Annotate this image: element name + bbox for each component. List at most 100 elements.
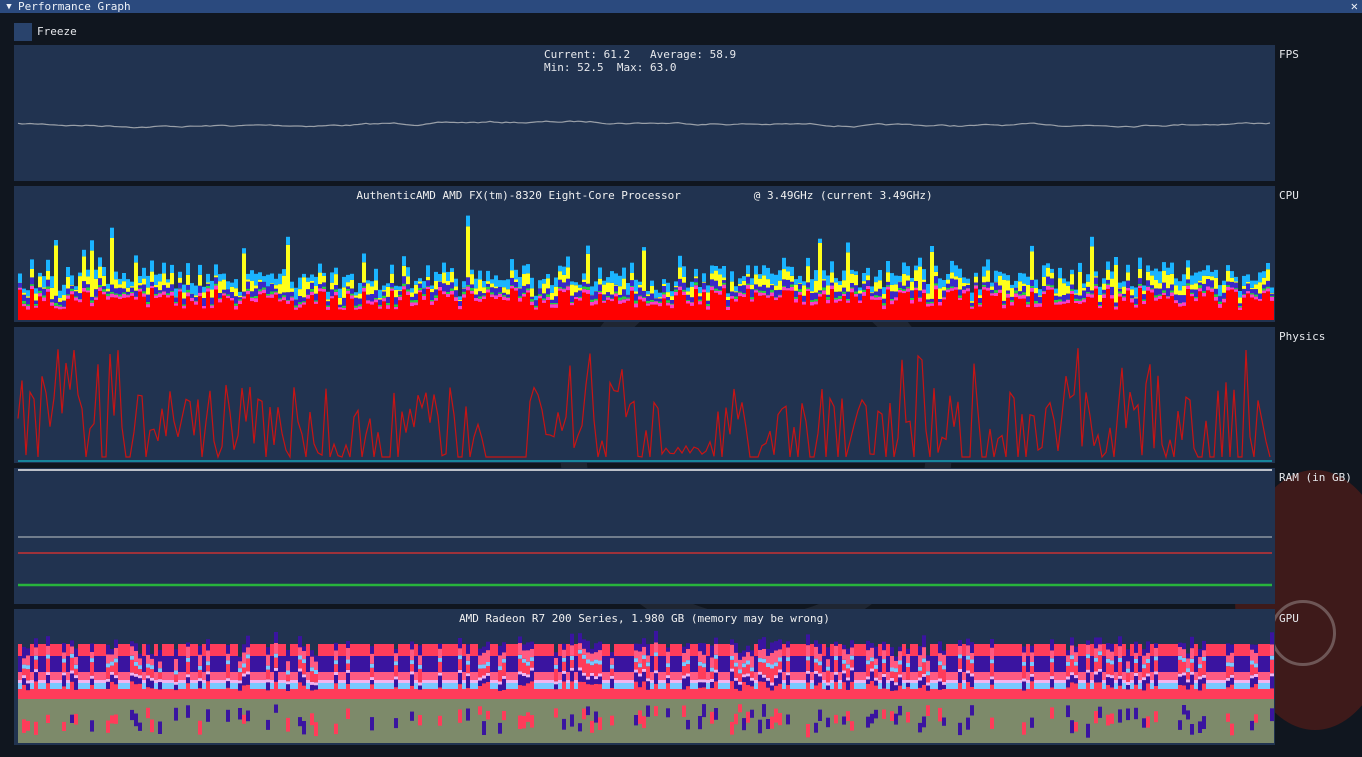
cpu-bar [594, 281, 598, 320]
gpu-bar [490, 644, 494, 743]
gpu-bar [450, 644, 454, 743]
cpu-bar [606, 277, 610, 320]
gpu-bar [42, 644, 46, 743]
gpu-bar [1014, 644, 1018, 743]
gpu-bar [774, 641, 778, 743]
gpu-bar [518, 636, 522, 743]
cpu-bar [1234, 276, 1238, 320]
gpu-bar [114, 639, 118, 743]
gpu-bar [722, 644, 726, 743]
gpu-bar [1102, 644, 1106, 743]
gpu-bar [1006, 644, 1010, 743]
cpu-bar [462, 281, 466, 320]
cpu-bar [518, 277, 522, 320]
gpu-bar [1186, 653, 1190, 743]
gpu-bar [326, 644, 330, 743]
cpu-bar [770, 273, 774, 320]
cpu-bar [658, 292, 662, 320]
gpu-bar [1206, 644, 1210, 743]
cpu-bar [1046, 263, 1050, 320]
fps-label: FPS [1279, 48, 1299, 61]
gpu-bar [314, 655, 318, 743]
gpu-bar [570, 633, 574, 743]
cpu-bar [918, 257, 922, 320]
cpu-bar [398, 286, 402, 320]
gpu-bar [178, 644, 182, 743]
gpu-bar [154, 644, 158, 743]
gpu-bar [470, 644, 474, 743]
cpu-bar [906, 266, 910, 320]
gpu-bar [106, 644, 110, 743]
cpu-bar [778, 270, 782, 320]
cpu-bar [1242, 275, 1246, 320]
cpu-bar [250, 270, 254, 320]
gpu-bar [858, 644, 862, 743]
cpu-bar [74, 286, 78, 320]
cpu-bar [342, 276, 346, 320]
gpu-bar [1214, 644, 1218, 743]
gpu-bar [150, 653, 154, 743]
gpu-bar [294, 644, 298, 743]
cpu-bar [578, 284, 582, 320]
cpu-bar [454, 278, 458, 320]
cpu-bar [466, 215, 470, 320]
gpu-bar [410, 641, 414, 743]
gpu-bar [26, 648, 30, 743]
gpu-bar [542, 644, 546, 743]
gpu-bar [226, 645, 230, 743]
freeze-checkbox[interactable] [14, 22, 32, 41]
cpu-bar [534, 295, 538, 320]
gpu-bar [1266, 644, 1270, 743]
gpu-bar [1158, 644, 1162, 743]
cpu-bar [734, 286, 738, 320]
cpu-bar [994, 270, 998, 320]
cpu-bar [314, 276, 318, 320]
gpu-bar [802, 644, 806, 743]
gpu-bar [174, 649, 178, 743]
gpu-bar [550, 644, 554, 743]
cpu-bar [514, 269, 518, 320]
cpu-bar [174, 288, 178, 320]
gpu-bar [730, 639, 734, 743]
cpu-bar [1102, 278, 1106, 320]
gpu-bar [282, 644, 286, 743]
title-bar[interactable]: ▼ Performance Graph ✕ [0, 0, 1362, 13]
cpu-bar [1066, 281, 1070, 320]
gpu-bar [342, 644, 346, 743]
cpu-bar [718, 268, 722, 320]
cpu-bar [486, 270, 490, 320]
gpu-bar [1182, 643, 1186, 743]
gpu-bar [18, 644, 22, 743]
gpu-bar [510, 644, 514, 743]
cpu-bar [1098, 286, 1102, 320]
cpu-bar [102, 267, 106, 320]
gpu-bar [82, 644, 86, 743]
cpu-bar [1078, 262, 1082, 320]
gpu-bar [890, 647, 894, 743]
triangle-down-icon[interactable]: ▼ [0, 2, 18, 12]
gpu-bar [414, 644, 418, 743]
gpu-bar [678, 644, 682, 743]
cpu-bar [318, 263, 322, 320]
gpu-bar [1066, 650, 1070, 743]
gpu-bar [430, 644, 434, 743]
cpu-bar [526, 264, 530, 320]
gpu-bar [898, 646, 902, 743]
gpu-bar [1166, 644, 1170, 743]
cpu-bar [258, 272, 262, 320]
cpu-bar [638, 281, 642, 320]
cpu-bar [1026, 276, 1030, 320]
gpu-bar [1062, 644, 1066, 743]
cpu-bar [210, 280, 214, 320]
gpu-bar [694, 644, 698, 743]
gpu-bar [514, 644, 518, 743]
gpu-bar [582, 639, 586, 743]
cpu-bar [610, 271, 614, 320]
cpu-bar [570, 281, 574, 320]
close-icon[interactable]: ✕ [1351, 0, 1358, 13]
cpu-bar [1170, 262, 1174, 320]
cpu-bar [170, 264, 174, 320]
freeze-toggle[interactable]: Freeze [14, 22, 77, 41]
cpu-bar [354, 292, 358, 320]
cpu-bar [538, 280, 542, 320]
